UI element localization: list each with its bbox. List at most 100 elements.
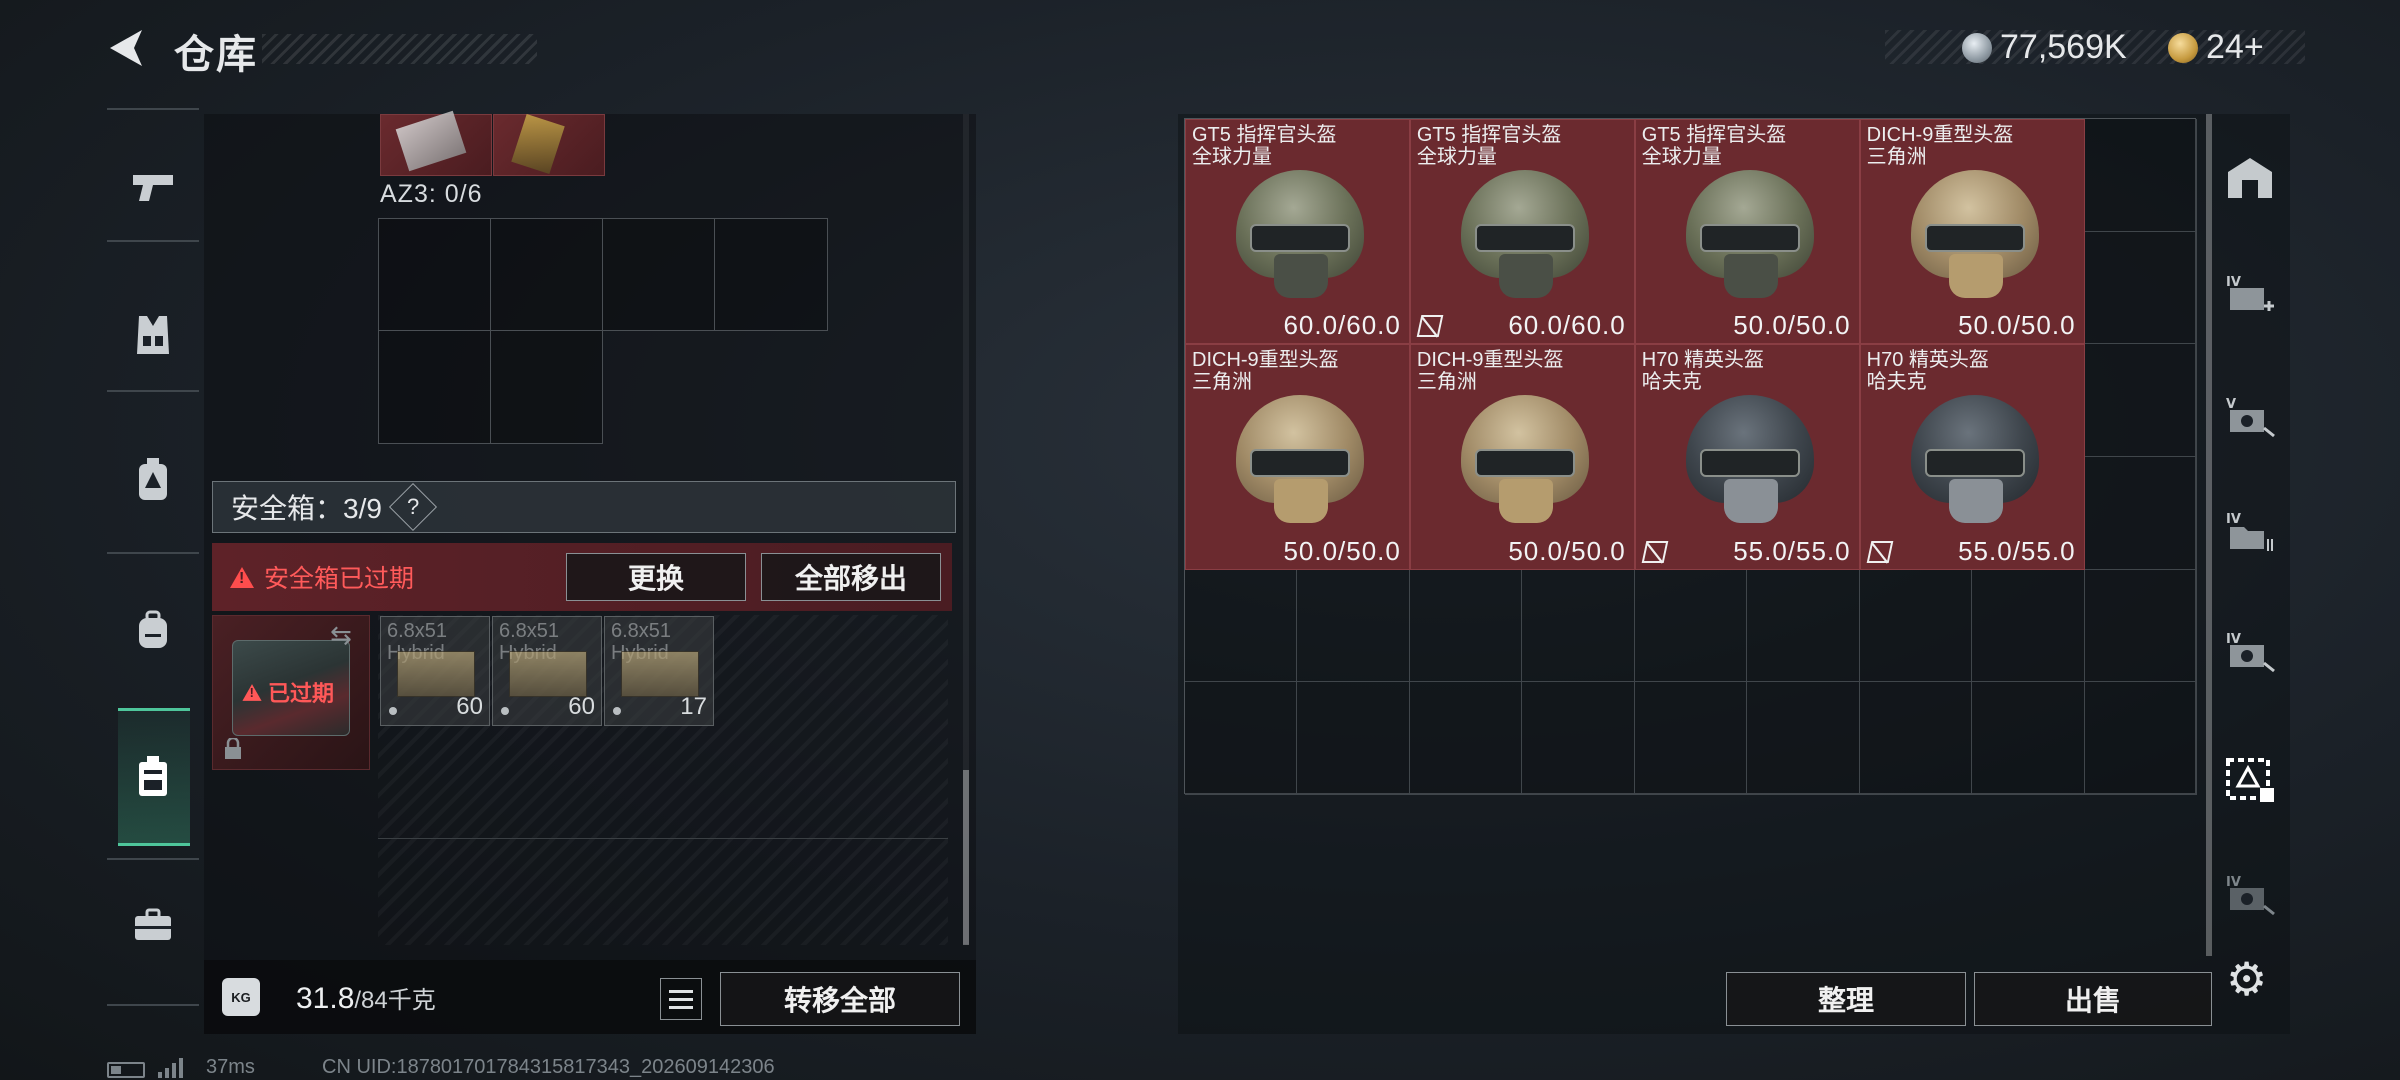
warehouse-camera-icon: IV: [2226, 875, 2275, 916]
partial-item[interactable]: [493, 114, 605, 176]
gold-currency-value: 24+: [2206, 28, 2264, 66]
warehouse-slot[interactable]: [1409, 682, 1523, 795]
safebox-icon: [139, 756, 167, 796]
right-scrollbar[interactable]: [2206, 114, 2212, 956]
ammo-item[interactable]: 6.8x51Hybrid 60: [492, 616, 602, 726]
warehouse-slot[interactable]: [2084, 119, 2197, 232]
helmet-durability: 50.0/50.0: [1283, 535, 1401, 566]
helmet-item[interactable]: GT5 指挥官头盔 全球力量 50.0/50.0: [1634, 119, 1860, 345]
nav-toolbox[interactable]: [128, 900, 178, 950]
warehouse-slot[interactable]: [1634, 682, 1748, 795]
helmet-item[interactable]: DICH-9重型头盔 三角洲 50.0/50.0: [1185, 344, 1410, 570]
az3-slot[interactable]: [490, 218, 603, 331]
weight-max: /84千克: [354, 987, 436, 1014]
warehouse-slot[interactable]: [1409, 569, 1523, 683]
az3-slot[interactable]: [714, 218, 828, 331]
sort-button[interactable]: 整理: [1726, 972, 1966, 1026]
settings-gear-icon[interactable]: ⚙: [2226, 952, 2267, 1006]
helmet-item[interactable]: DICH-9重型头盔 三角洲 50.0/50.0: [1409, 344, 1635, 570]
ammo-tier-dot: [389, 707, 397, 715]
ammo-item[interactable]: 6.8x51Hybrid 60: [380, 616, 490, 726]
warehouse-slot[interactable]: [1297, 682, 1410, 795]
side-tab-1[interactable]: IV: [2222, 268, 2278, 324]
helmet-name: H70 精英头盔 哈夫克: [1866, 349, 1989, 394]
swap-icon[interactable]: ⇆: [330, 620, 352, 651]
nav-weapon[interactable]: [128, 162, 178, 212]
warehouse-slot[interactable]: [2084, 682, 2197, 795]
sell-button[interactable]: 出售: [1974, 972, 2212, 1026]
az3-slot[interactable]: [602, 218, 715, 331]
side-tab-2[interactable]: V: [2222, 390, 2278, 446]
side-tab-3[interactable]: IV: [2222, 505, 2278, 561]
helmet-durability: 60.0/60.0: [1508, 310, 1626, 341]
transfer-all-button[interactable]: 转移全部: [720, 972, 960, 1026]
az3-slot[interactable]: [490, 330, 603, 444]
warehouse-slot[interactable]: [1972, 569, 2085, 683]
side-tab-4[interactable]: IV: [2222, 625, 2278, 681]
helmet-item[interactable]: GT5 指挥官头盔 全球力量 60.0/60.0: [1185, 119, 1410, 345]
back-button[interactable]: [104, 26, 148, 70]
helmet-item[interactable]: GT5 指挥官头盔 全球力量 60.0/60.0: [1409, 119, 1635, 345]
side-tab-active[interactable]: [2222, 752, 2278, 808]
uid-label: CN UID:187801701784315817343_20260914230…: [322, 1056, 775, 1078]
page-title: 仓库: [174, 33, 258, 77]
list-view-button[interactable]: [660, 978, 702, 1020]
warehouse-slot[interactable]: [1634, 569, 1748, 683]
helmet-image: [1903, 162, 2047, 302]
helmet-name: DICH-9重型头盔 三角洲: [1416, 349, 1564, 394]
pistol-icon: [133, 175, 173, 201]
ammo-item[interactable]: 6.8x51Hybrid 17: [604, 616, 714, 726]
safebox-capacity-label: 安全箱：3/9: [231, 493, 382, 524]
helmet-image: [1678, 162, 1822, 302]
replace-button[interactable]: 更换: [566, 553, 746, 601]
safebox-help-button[interactable]: ?: [388, 482, 437, 532]
warehouse-slot[interactable]: [1522, 569, 1635, 683]
no-trade-icon: [1866, 540, 1893, 563]
signal-icon: [158, 1056, 183, 1078]
svg-text:IV: IV: [2226, 512, 2241, 527]
nav-chest-rig[interactable]: [128, 455, 178, 505]
warehouse-slot[interactable]: [1185, 682, 1298, 795]
az3-slot[interactable]: [378, 330, 491, 444]
az3-slot[interactable]: [378, 218, 491, 331]
nav-vest[interactable]: [128, 310, 178, 360]
back-arrow-icon: [110, 30, 142, 66]
nav-safebox[interactable]: [128, 752, 178, 802]
warehouse-slot[interactable]: [2084, 457, 2197, 570]
partial-item[interactable]: [380, 110, 492, 176]
warehouse-slot[interactable]: [2084, 344, 2197, 457]
gold-currency[interactable]: 24+: [2168, 28, 2264, 67]
weight-icon: KG: [222, 978, 260, 1016]
warehouse-slot[interactable]: [1185, 569, 1298, 683]
helmet-item[interactable]: H70 精英头盔 哈夫克 55.0/55.0: [1634, 344, 1860, 570]
silver-currency[interactable]: 77,569K: [1962, 28, 2127, 67]
warehouse-add-icon: IV: [2226, 275, 2274, 311]
ammo-tier-dot: [613, 707, 621, 715]
warehouse-slot[interactable]: [1859, 682, 1973, 795]
warehouse-slot[interactable]: [1859, 569, 1973, 683]
battery-icon: [107, 1062, 145, 1078]
warehouse-slot[interactable]: [1972, 682, 2085, 795]
warehouse-slot[interactable]: [1522, 682, 1635, 795]
warehouse-slot[interactable]: [1747, 682, 1860, 795]
nav-backpack[interactable]: [128, 605, 178, 655]
item-image: [511, 114, 565, 174]
side-tab-5[interactable]: IV: [2222, 868, 2278, 924]
title-decoration: [262, 34, 537, 64]
warehouse-slot[interactable]: [1747, 569, 1860, 683]
warehouse-slot[interactable]: [2084, 569, 2197, 683]
helmet-item[interactable]: DICH-9重型头盔 三角洲 50.0/50.0: [1859, 119, 2085, 345]
nav-divider: [107, 858, 199, 860]
side-tab-home[interactable]: [2222, 150, 2278, 206]
backpack-armor-icon: [139, 458, 167, 500]
no-trade-icon: [1416, 315, 1444, 338]
ammo-box-image: [621, 651, 699, 697]
move-all-out-button[interactable]: 全部移出: [761, 553, 941, 601]
helmet-item[interactable]: H70 精英头盔 哈夫克 55.0/55.0: [1859, 344, 2085, 570]
left-scrollbar-thumb[interactable]: [963, 770, 969, 945]
ammo-count: 60: [568, 693, 595, 720]
warehouse-slot[interactable]: [1297, 569, 1410, 683]
warehouse-slot[interactable]: [2084, 231, 2197, 345]
helmet-durability: 60.0/60.0: [1283, 310, 1401, 341]
helmet-image: [1228, 387, 1372, 527]
